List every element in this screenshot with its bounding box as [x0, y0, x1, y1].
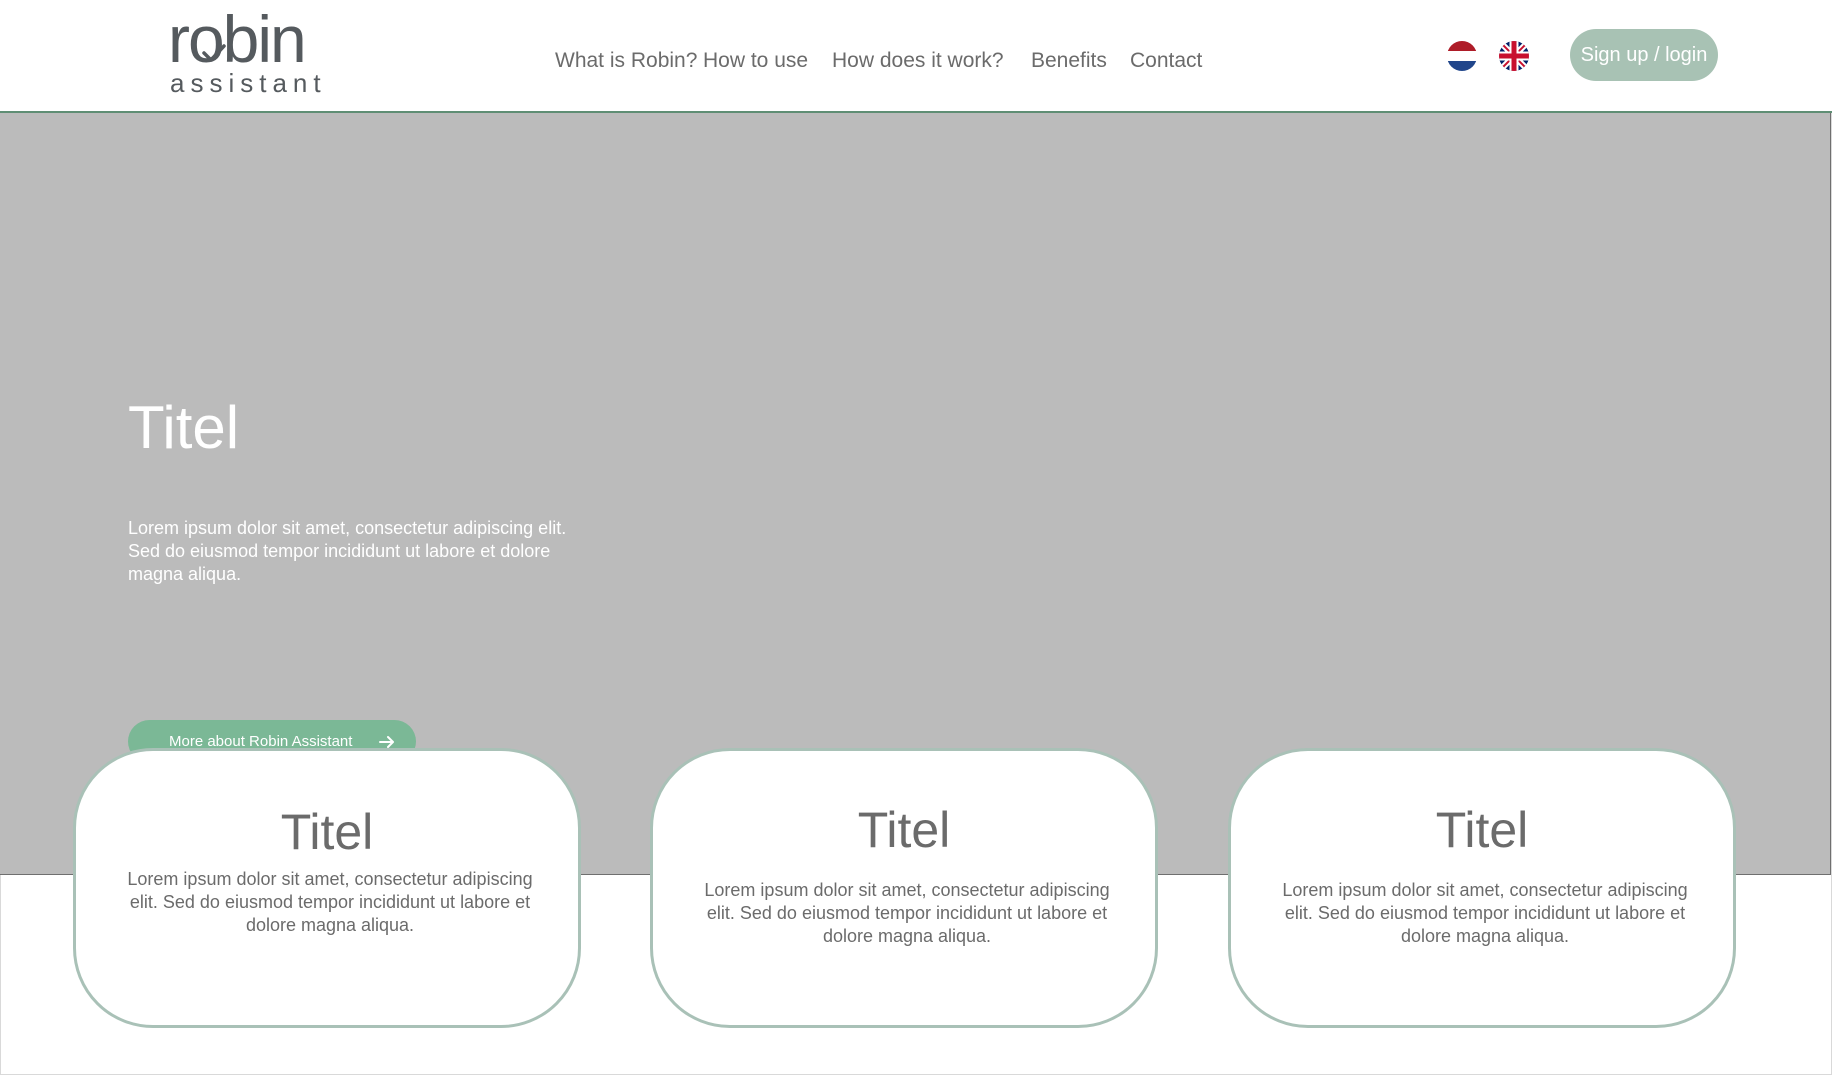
- signup-login-button[interactable]: Sign up / login: [1570, 29, 1718, 81]
- nav-item-how-to-use[interactable]: How to use: [703, 49, 808, 73]
- logo-wordmark: robin: [168, 2, 307, 76]
- feature-card: Titel Lorem ipsum dolor sit amet, consec…: [650, 748, 1158, 1028]
- logo-subtitle: assistant: [170, 68, 327, 98]
- card-title: Titel: [1435, 802, 1529, 858]
- card-title: Titel: [280, 804, 374, 860]
- nav-item-what-is-robin[interactable]: What is Robin?: [555, 49, 697, 73]
- nav-item-benefits[interactable]: Benefits: [1031, 49, 1107, 73]
- card-text: Lorem ipsum dolor sit amet, consectetur …: [1282, 880, 1688, 946]
- card-text: Lorem ipsum dolor sit amet, consectetur …: [704, 880, 1110, 946]
- hero-text: Lorem ipsum dolor sit amet, consectetur …: [128, 518, 567, 584]
- feature-card: Titel Lorem ipsum dolor sit amet, consec…: [1228, 748, 1736, 1028]
- nav-item-how-does-it-work[interactable]: How does it work?: [832, 49, 1004, 73]
- flag-uk-icon[interactable]: [1499, 41, 1529, 71]
- flag-netherlands-icon[interactable]: [1447, 41, 1477, 71]
- robin-logo[interactable]: robin assistant: [168, 6, 327, 98]
- site-header: robin assistant What is Robin? How to us…: [0, 0, 1832, 113]
- hero-title: Titel: [128, 394, 240, 461]
- card-text: Lorem ipsum dolor sit amet, consectetur …: [127, 869, 533, 935]
- nav-item-contact[interactable]: Contact: [1130, 49, 1202, 73]
- card-title: Titel: [857, 802, 951, 858]
- feature-card: Titel Lorem ipsum dolor sit amet, consec…: [73, 748, 581, 1028]
